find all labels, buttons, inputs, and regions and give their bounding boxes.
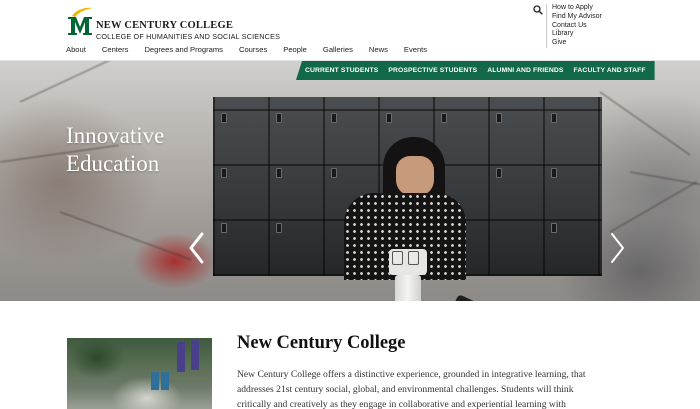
locker-lock [276, 168, 282, 178]
locker-lock [441, 113, 447, 123]
microscope-eyepiece [392, 251, 403, 265]
utility-link-how-to-apply[interactable]: How to Apply [552, 4, 602, 13]
background-branch [609, 181, 698, 233]
audience-link-faculty-and-staff[interactable]: FACULTY AND STAFF [569, 67, 651, 74]
main-nav: About Centers Degrees and Programs Cours… [58, 44, 435, 56]
site-header: NEW CENTURY COLLEGE COLLEGE OF HUMANITIE… [0, 0, 700, 61]
locker-lock [386, 113, 392, 123]
nav-item-news[interactable]: News [361, 44, 396, 56]
locker-lock [276, 223, 282, 233]
audience-link-current-students[interactable]: CURRENT STUDENTS [300, 67, 383, 74]
nav-item-about[interactable]: About [58, 44, 94, 56]
utility-link-library[interactable]: Library [552, 30, 602, 39]
student-face [396, 156, 434, 196]
locker-lock [551, 223, 557, 233]
gmu-m-logo-icon[interactable] [66, 7, 94, 37]
nav-item-galleries[interactable]: Galleries [315, 44, 361, 56]
utility-link-contact-us[interactable]: Contact Us [552, 22, 602, 31]
locker-lock [221, 168, 227, 178]
utility-link-find-my-advisor[interactable]: Find My Advisor [552, 13, 602, 22]
locker-lock [551, 168, 557, 178]
background-branch [19, 61, 166, 103]
locker-lock [221, 113, 227, 123]
campus-banner [177, 342, 185, 372]
campus-banner [161, 372, 169, 390]
hero-title: Innovative Education [66, 122, 164, 178]
nav-item-events[interactable]: Events [396, 44, 435, 56]
utility-link-give[interactable]: Give [552, 39, 602, 48]
campus-photo [67, 338, 212, 409]
lamp-head [453, 294, 483, 301]
nav-item-centers[interactable]: Centers [94, 44, 137, 56]
campus-banner [191, 340, 199, 370]
microscope-arm [395, 275, 421, 301]
audience-link-prospective-students[interactable]: PROSPECTIVE STUDENTS [383, 67, 482, 74]
search-icon[interactable] [533, 5, 543, 15]
hero-title-line-2: Education [66, 151, 160, 176]
microscope-eyepiece [408, 251, 419, 265]
nav-item-degrees-and-programs[interactable]: Degrees and Programs [136, 44, 231, 56]
background-branch [59, 211, 192, 261]
college-name[interactable]: NEW CENTURY COLLEGE [96, 20, 233, 31]
hero-carousel: CURRENT STUDENTS PROSPECTIVE STUDENTS AL… [0, 61, 700, 301]
locker-lock [331, 113, 337, 123]
locker-lock [496, 113, 502, 123]
locker-lock [221, 223, 227, 233]
chevron-left-icon[interactable] [187, 231, 205, 265]
chevron-right-icon[interactable] [609, 231, 627, 265]
background-branch [599, 91, 691, 156]
utility-links: How to Apply Find My Advisor Contact Us … [552, 4, 602, 48]
utility-divider [546, 4, 547, 48]
locker-lock [331, 168, 337, 178]
audience-link-alumni-and-friends[interactable]: ALUMNI AND FRIENDS [482, 67, 568, 74]
college-subtitle: COLLEGE OF HUMANITIES AND SOCIAL SCIENCE… [96, 32, 281, 41]
locker-lock [276, 113, 282, 123]
locker-lock [496, 168, 502, 178]
hero-title-line-1: Innovative [66, 123, 165, 148]
campus-banner [151, 372, 159, 390]
nav-item-people[interactable]: People [275, 44, 315, 56]
section-title: New Century College [237, 333, 406, 353]
nav-item-courses[interactable]: Courses [231, 44, 275, 56]
section-body: New Century College offers a distinctive… [237, 369, 586, 409]
locker-lock [551, 113, 557, 123]
audience-nav: CURRENT STUDENTS PROSPECTIVE STUDENTS AL… [296, 61, 655, 80]
